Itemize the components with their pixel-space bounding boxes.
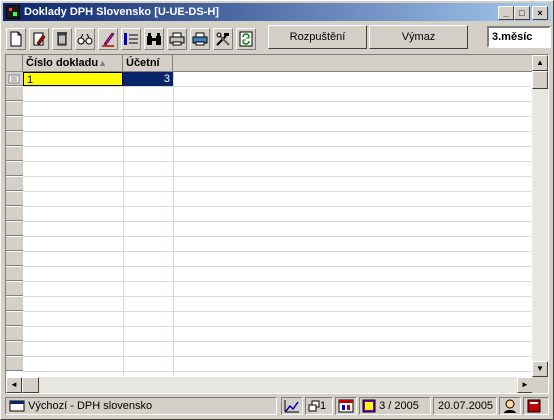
toolbar: Rozpuštění Výmaz 3.měsíc <box>3 25 551 53</box>
print-preview-icon <box>192 32 208 46</box>
windows-icon <box>308 400 320 412</box>
vertical-scrollbar[interactable]: ▲ ▼ <box>532 55 548 377</box>
view-icon <box>77 33 93 45</box>
corner-header[interactable] <box>6 55 23 72</box>
column-header-label: Číslo dokladu <box>26 57 99 69</box>
horizontal-scroll-thumb[interactable] <box>22 377 39 393</box>
vertical-scroll-thumb[interactable] <box>532 71 548 89</box>
status-view-panel: Výchozí - DPH slovensko <box>5 397 277 415</box>
data-grid[interactable]: Číslo dokladu▲ Účetní 1 3 ▲ ▼ ◄ ► <box>5 54 549 394</box>
column-divider <box>173 72 174 376</box>
column-header-ucetni[interactable]: Účetní <box>123 55 173 72</box>
horizontal-scrollbar[interactable]: ◄ ► <box>6 377 533 393</box>
close-button[interactable]: × <box>532 6 548 20</box>
new-document-icon <box>10 31 22 47</box>
status-bar: Výchozí - DPH slovensko 1 3 / 2005 20.07… <box>3 396 551 416</box>
print-button[interactable] <box>167 28 187 50</box>
edit-icon <box>33 32 46 46</box>
help-book-icon <box>527 399 541 413</box>
list-icon <box>124 33 138 45</box>
refresh-icon <box>239 31 253 47</box>
row-headers[interactable] <box>6 72 23 372</box>
binoculars-icon <box>147 33 161 45</box>
window-title: Doklady DPH Slovensko [U-UE-DS-H] <box>24 6 219 18</box>
refresh-button[interactable] <box>236 28 256 50</box>
scroll-right-button[interactable]: ► <box>517 377 533 393</box>
minimize-button[interactable]: _ <box>498 6 514 20</box>
chart-icon <box>284 400 299 413</box>
rozpusteni-button[interactable]: Rozpuštění <box>268 25 367 49</box>
print-icon <box>169 32 185 46</box>
status-chart-panel[interactable] <box>281 397 303 415</box>
column-divider <box>123 72 124 376</box>
scroll-left-button[interactable]: ◄ <box>6 377 22 393</box>
pen-button[interactable] <box>98 28 118 50</box>
vymaz-button[interactable]: Výmaz <box>369 25 468 49</box>
status-help-panel[interactable] <box>523 397 549 415</box>
new-document-button[interactable] <box>6 28 26 50</box>
status-windows-panel[interactable]: 1 <box>305 397 333 415</box>
period-book-icon <box>362 399 376 413</box>
list-button[interactable] <box>121 28 141 50</box>
status-calendar-panel[interactable] <box>335 397 357 415</box>
main-window: Doklady DPH Slovensko [U-UE-DS-H] _ □ × <box>0 0 554 420</box>
user-icon <box>504 399 516 414</box>
title-bar[interactable]: Doklady DPH Slovensko [U-UE-DS-H] _ □ × <box>3 3 551 21</box>
find-button[interactable] <box>144 28 164 50</box>
tools-icon <box>216 32 230 46</box>
app-icon[interactable] <box>6 5 20 19</box>
table-cell-ucetni[interactable]: 3 <box>123 72 173 86</box>
scroll-down-button[interactable]: ▼ <box>532 361 548 377</box>
edit-button[interactable] <box>29 28 49 50</box>
delete-icon <box>57 32 67 46</box>
delete-button[interactable] <box>52 28 72 50</box>
empty-header <box>173 55 533 72</box>
view-button[interactable] <box>75 28 95 50</box>
period-field[interactable]: 3.měsíc <box>487 26 551 48</box>
current-row-indicator-icon <box>8 74 20 84</box>
column-header-cislo-dokladu[interactable]: Číslo dokladu▲ <box>23 55 123 72</box>
status-view-label: Výchozí - DPH slovensko <box>28 400 153 412</box>
pen-icon <box>102 32 115 47</box>
status-period: 3 / 2005 <box>379 400 419 412</box>
scroll-up-button[interactable]: ▲ <box>532 55 548 71</box>
maximize-button[interactable]: □ <box>514 6 530 20</box>
window-count: 1 <box>320 400 327 412</box>
status-user-panel[interactable] <box>499 397 521 415</box>
table-cell-cislo-dokladu[interactable]: 1 <box>23 72 123 86</box>
grid-lines <box>23 72 531 372</box>
sort-arrow-icon: ▲ <box>98 58 108 68</box>
print-preview-button[interactable] <box>190 28 210 50</box>
status-date-panel: 20.07.2005 <box>433 397 497 415</box>
status-date: 20.07.2005 <box>438 400 494 412</box>
status-period-panel[interactable]: 3 / 2005 <box>359 397 431 415</box>
scroll-corner <box>532 377 548 393</box>
column-header-label: Účetní <box>126 57 160 69</box>
window-view-icon <box>9 400 25 412</box>
tools-button[interactable] <box>213 28 233 50</box>
calendar-icon <box>338 399 354 413</box>
